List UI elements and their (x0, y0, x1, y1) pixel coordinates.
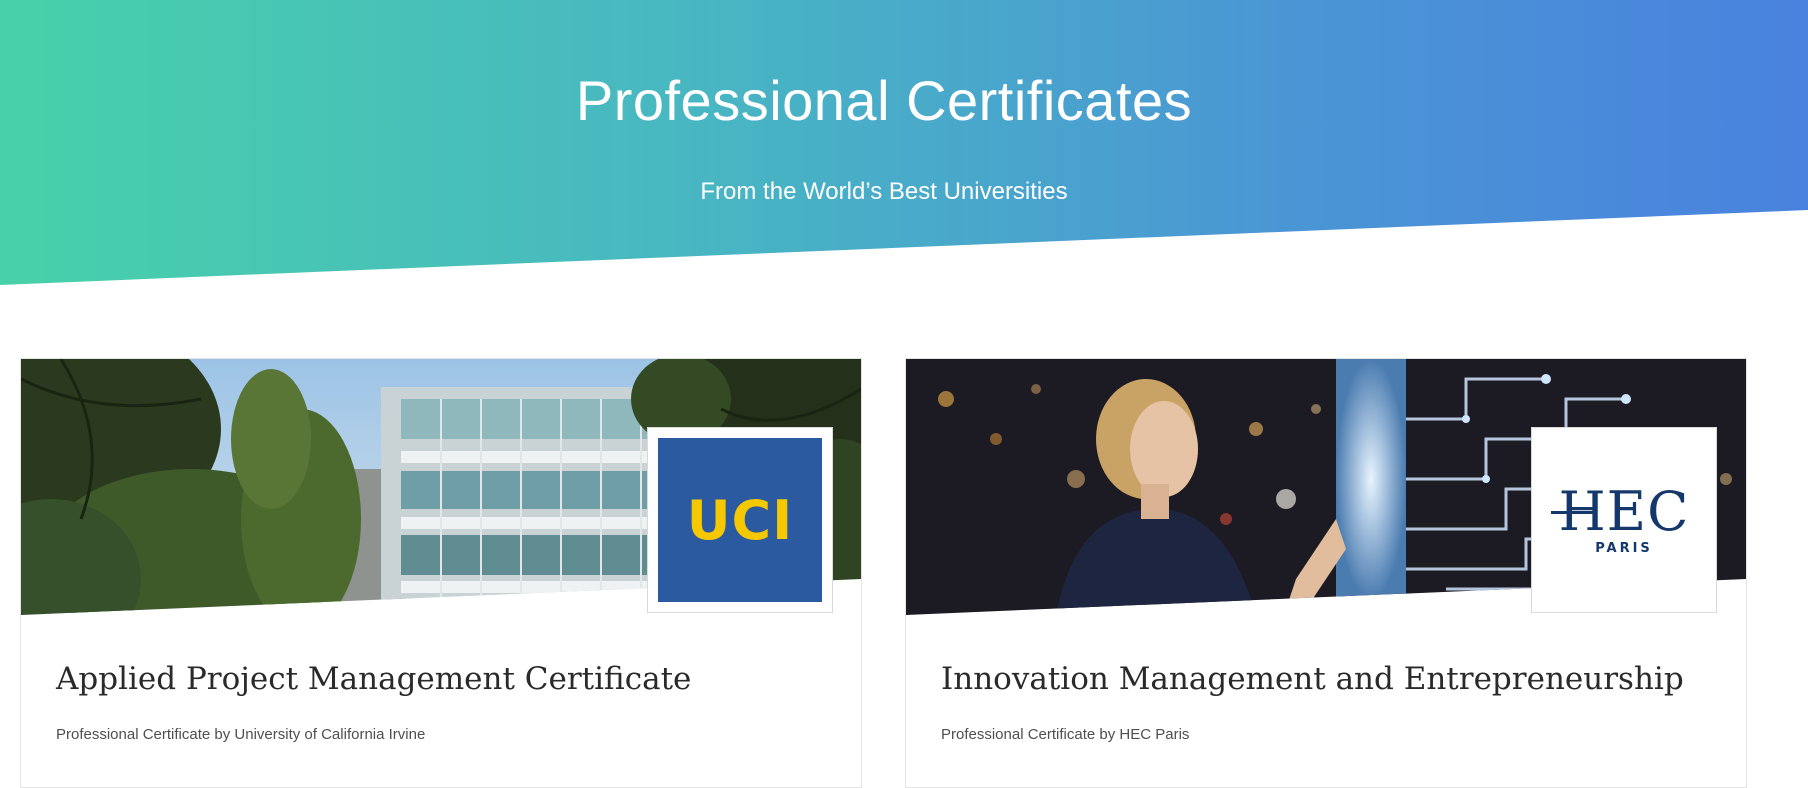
hero-banner: Professional Certificates From the World… (0, 0, 1808, 285)
page-subtitle: From the World’s Best Universities (700, 178, 1068, 205)
page-title: Professional Certificates (575, 69, 1193, 132)
uci-logo: UCI (658, 438, 822, 602)
hec-logo: HEC PARIS (1532, 428, 1716, 612)
uci-logo-text: UCI (686, 488, 794, 552)
certificate-card-hec[interactable]: HEC PARIS Innovation Management and Entr… (905, 358, 1747, 788)
uci-logo-frame: UCI (647, 427, 833, 613)
hec-logo-frame: HEC PARIS (1531, 427, 1717, 613)
card-description: Professional Certificate by HEC Paris (941, 726, 1190, 743)
card-description: Professional Certificate by University o… (56, 726, 426, 743)
hec-logo-bar (1550, 510, 1597, 514)
certificate-card-uci[interactable]: UCI Applied Project Management Certifica… (20, 358, 862, 788)
card-title[interactable]: Innovation Management and Entrepreneursh… (941, 661, 1684, 697)
hec-logo-subtext: PARIS (1595, 540, 1653, 556)
card-title[interactable]: Applied Project Management Certificate (56, 661, 691, 697)
